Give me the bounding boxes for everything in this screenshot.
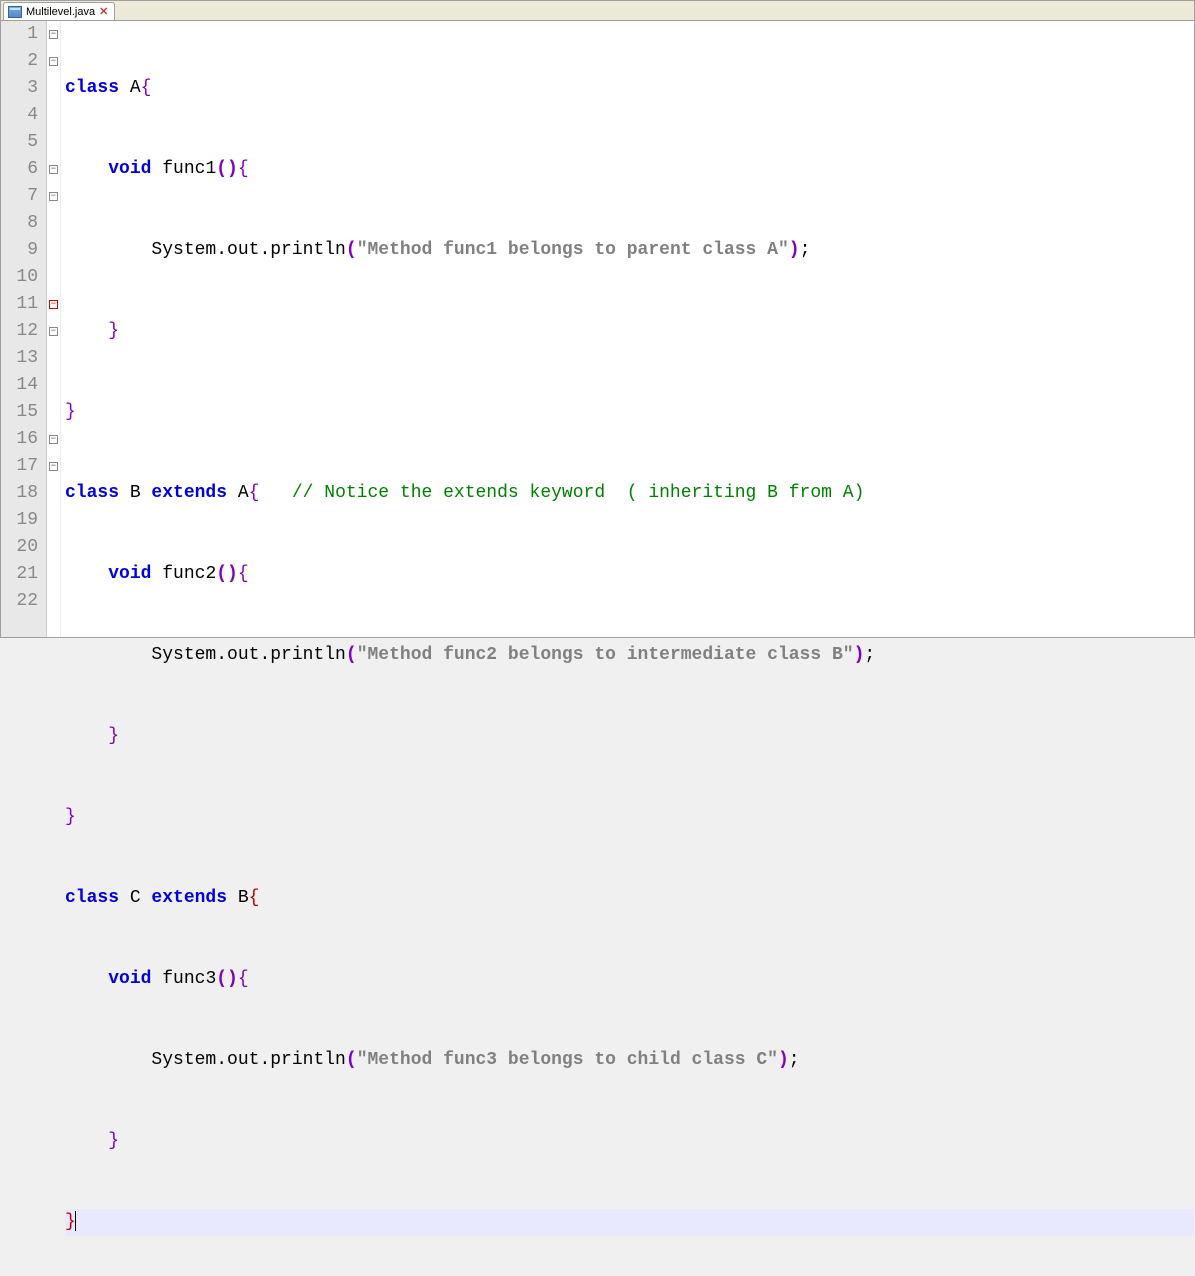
code-line: System.out.println("Method func1 belongs… [65,237,1194,264]
fold-toggle-icon[interactable]: − [49,30,58,39]
code-line: class A{ [65,75,1194,102]
code-line: } [65,1209,1194,1236]
fold-column: − − − − − − − − [47,21,61,637]
close-icon[interactable]: ✕ [99,5,108,18]
editor: 123 456 789 101112 131415 161718 192021 … [1,21,1194,637]
code-line: void func1(){ [65,156,1194,183]
code-line: class C extends B{ [65,885,1194,912]
java-file-icon [8,6,22,18]
tab-label: Multilevel.java [26,6,95,18]
fold-toggle-icon[interactable]: − [49,57,58,66]
code-line: } [65,723,1194,750]
code-line: } [65,804,1194,831]
fold-toggle-icon[interactable]: − [49,300,58,309]
code-area[interactable]: class A{ void func1(){ System.out.printl… [61,21,1194,637]
code-line: } [65,1128,1194,1155]
code-line: } [65,318,1194,345]
code-line: System.out.println("Method func2 belongs… [65,642,1194,669]
fold-toggle-icon[interactable]: − [49,435,58,444]
text-cursor [75,1211,76,1231]
code-line: class B extends A{ // Notice the extends… [65,480,1194,507]
code-line: void func2(){ [65,561,1194,588]
tab-bar: Multilevel.java ✕ [1,1,1194,21]
code-line: void func3(){ [65,966,1194,993]
line-number-gutter: 123 456 789 101112 131415 161718 192021 … [1,21,47,637]
code-line: System.out.println("Method func3 belongs… [65,1047,1194,1074]
fold-toggle-icon[interactable]: − [49,192,58,201]
fold-toggle-icon[interactable]: − [49,165,58,174]
fold-toggle-icon[interactable]: − [49,327,58,336]
fold-toggle-icon[interactable]: − [49,462,58,471]
code-line: } [65,399,1194,426]
file-tab[interactable]: Multilevel.java ✕ [3,2,115,20]
